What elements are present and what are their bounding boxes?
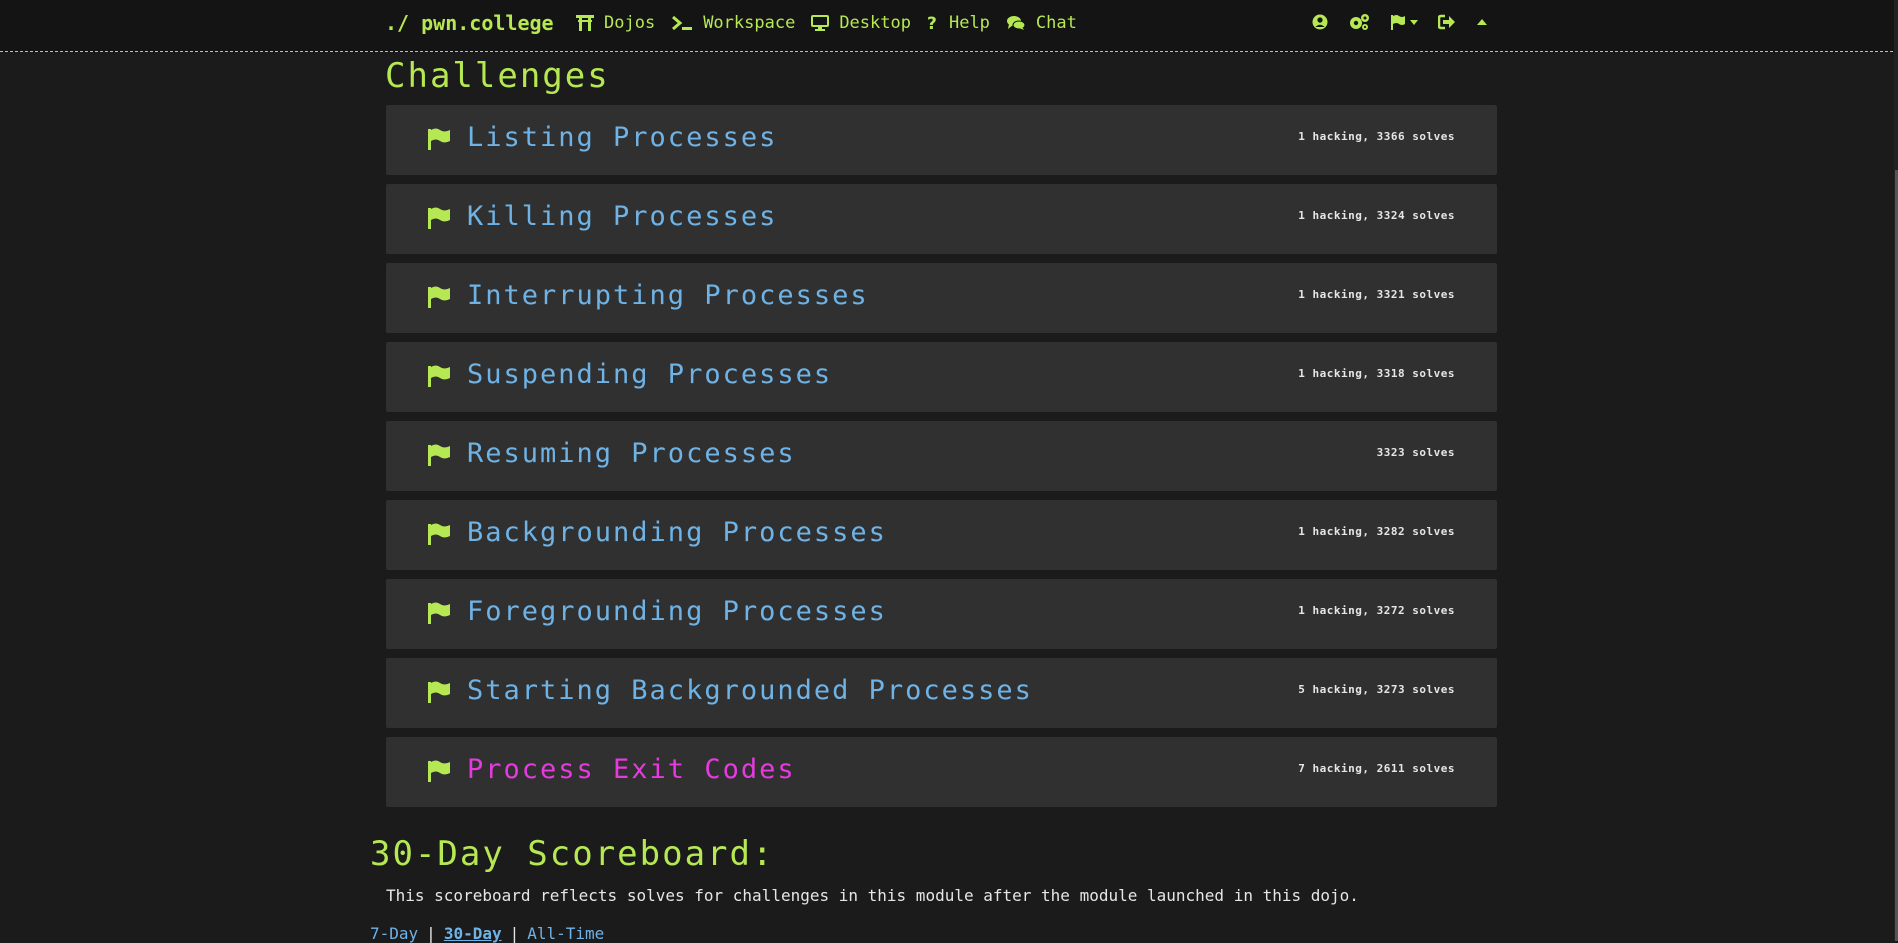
user-circle-icon	[1312, 14, 1328, 30]
challenge-title[interactable]: Process Exit Codes	[467, 754, 796, 785]
collapse-button[interactable]	[1476, 18, 1488, 26]
challenge-stats: 1 hacking, 3272 solves	[1298, 604, 1455, 617]
nav-desktop[interactable]: Desktop	[811, 13, 911, 33]
flag-icon	[428, 207, 450, 229]
challenge-title[interactable]: Backgrounding Processes	[467, 517, 887, 548]
challenge-title[interactable]: Suspending Processes	[467, 359, 832, 390]
torii-gate-icon	[576, 15, 594, 31]
nav-chat[interactable]: Chat	[1006, 13, 1077, 33]
tab-separator: |	[426, 924, 436, 943]
challenge-card[interactable]: Listing Processes 1 hacking, 3366 solves	[386, 105, 1497, 175]
nav-workspace-label: Workspace	[703, 13, 796, 33]
flag-icon	[428, 602, 450, 624]
challenge-stats: 1 hacking, 3282 solves	[1298, 525, 1455, 538]
flag-icon	[428, 128, 450, 150]
nav-right-icons	[1312, 13, 1508, 31]
collapse-up-icon	[1477, 19, 1487, 25]
comments-icon	[1006, 16, 1026, 30]
challenge-stats: 1 hacking, 3324 solves	[1298, 209, 1455, 222]
challenge-card[interactable]: Starting Backgrounded Processes 5 hackin…	[386, 658, 1497, 728]
challenge-title[interactable]: Interrupting Processes	[467, 280, 869, 311]
challenges-heading: Challenges	[385, 56, 610, 96]
scoreboard-description: This scoreboard reflects solves for chal…	[386, 886, 1359, 905]
challenge-title[interactable]: Resuming Processes	[467, 438, 796, 469]
desktop-icon	[811, 15, 830, 31]
flag-icon	[428, 286, 450, 308]
challenge-title[interactable]: Starting Backgrounded Processes	[467, 675, 1033, 706]
nav-desktop-label: Desktop	[839, 13, 911, 33]
nav-help[interactable]: ? Help	[927, 13, 990, 33]
challenge-stats: 1 hacking, 3318 solves	[1298, 367, 1455, 380]
svg-text:?: ?	[927, 15, 937, 31]
challenge-title[interactable]: Killing Processes	[467, 201, 777, 232]
challenge-stats: 1 hacking, 3321 solves	[1298, 288, 1455, 301]
account-button[interactable]	[1312, 14, 1328, 30]
challenge-card[interactable]: Suspending Processes 1 hacking, 3318 sol…	[386, 342, 1497, 412]
challenge-title[interactable]: Foregrounding Processes	[467, 596, 887, 627]
challenge-list: Listing Processes 1 hacking, 3366 solves…	[386, 105, 1497, 816]
top-navbar: ./ pwn.college Dojos Workspace Desktop ?…	[0, 0, 1898, 52]
flag-icon	[428, 681, 450, 703]
nav-chat-label: Chat	[1035, 13, 1077, 33]
nav-workspace[interactable]: Workspace	[671, 13, 795, 33]
challenge-stats: 7 hacking, 2611 solves	[1298, 762, 1455, 775]
flag-icon	[428, 365, 450, 387]
brand-link[interactable]: ./ pwn.college	[385, 11, 554, 35]
tab-separator: |	[509, 924, 520, 943]
terminal-icon	[672, 15, 693, 31]
flag-icon	[428, 444, 450, 466]
tab-all-time[interactable]: All-Time	[527, 924, 604, 943]
challenge-card[interactable]: Resuming Processes 3323 solves	[386, 421, 1497, 491]
challenge-title[interactable]: Listing Processes	[467, 122, 777, 153]
flag-icon	[428, 523, 450, 545]
nav-dojos[interactable]: Dojos	[576, 13, 655, 33]
scoreboard-heading: 30-Day Scoreboard:	[370, 834, 775, 874]
flag-dropdown[interactable]	[1390, 14, 1418, 30]
tab-30-day[interactable]: 30-Day	[444, 924, 502, 943]
logout-icon	[1438, 14, 1455, 30]
page-scrollbar[interactable]	[1894, 0, 1898, 941]
flag-icon	[1391, 15, 1405, 30]
question-icon: ?	[927, 15, 937, 31]
challenge-card[interactable]: Backgrounding Processes 1 hacking, 3282 …	[386, 500, 1497, 570]
challenge-stats: 5 hacking, 3273 solves	[1298, 683, 1455, 696]
flag-icon	[428, 760, 450, 782]
nav-dojos-label: Dojos	[604, 13, 656, 33]
scoreboard-tabs: 7-Day | 30-Day | All-Time	[370, 924, 604, 943]
challenge-stats: 1 hacking, 3366 solves	[1298, 130, 1455, 143]
settings-icon	[1350, 14, 1369, 30]
challenge-stats: 3323 solves	[1376, 446, 1455, 459]
tab-7-day[interactable]: 7-Day	[370, 924, 418, 943]
settings-button[interactable]	[1348, 13, 1370, 31]
challenge-card[interactable]: Foregrounding Processes 1 hacking, 3272 …	[386, 579, 1497, 649]
nav-help-label: Help	[948, 13, 990, 33]
chevron-down-icon	[1410, 19, 1418, 25]
challenge-card[interactable]: Process Exit Codes 7 hacking, 2611 solve…	[386, 737, 1497, 807]
challenge-card[interactable]: Interrupting Processes 1 hacking, 3321 s…	[386, 263, 1497, 333]
nav-links: Dojos Workspace Desktop ? Help Chat	[576, 13, 1093, 33]
challenge-card[interactable]: Killing Processes 1 hacking, 3324 solves	[386, 184, 1497, 254]
logout-button[interactable]	[1438, 14, 1456, 30]
